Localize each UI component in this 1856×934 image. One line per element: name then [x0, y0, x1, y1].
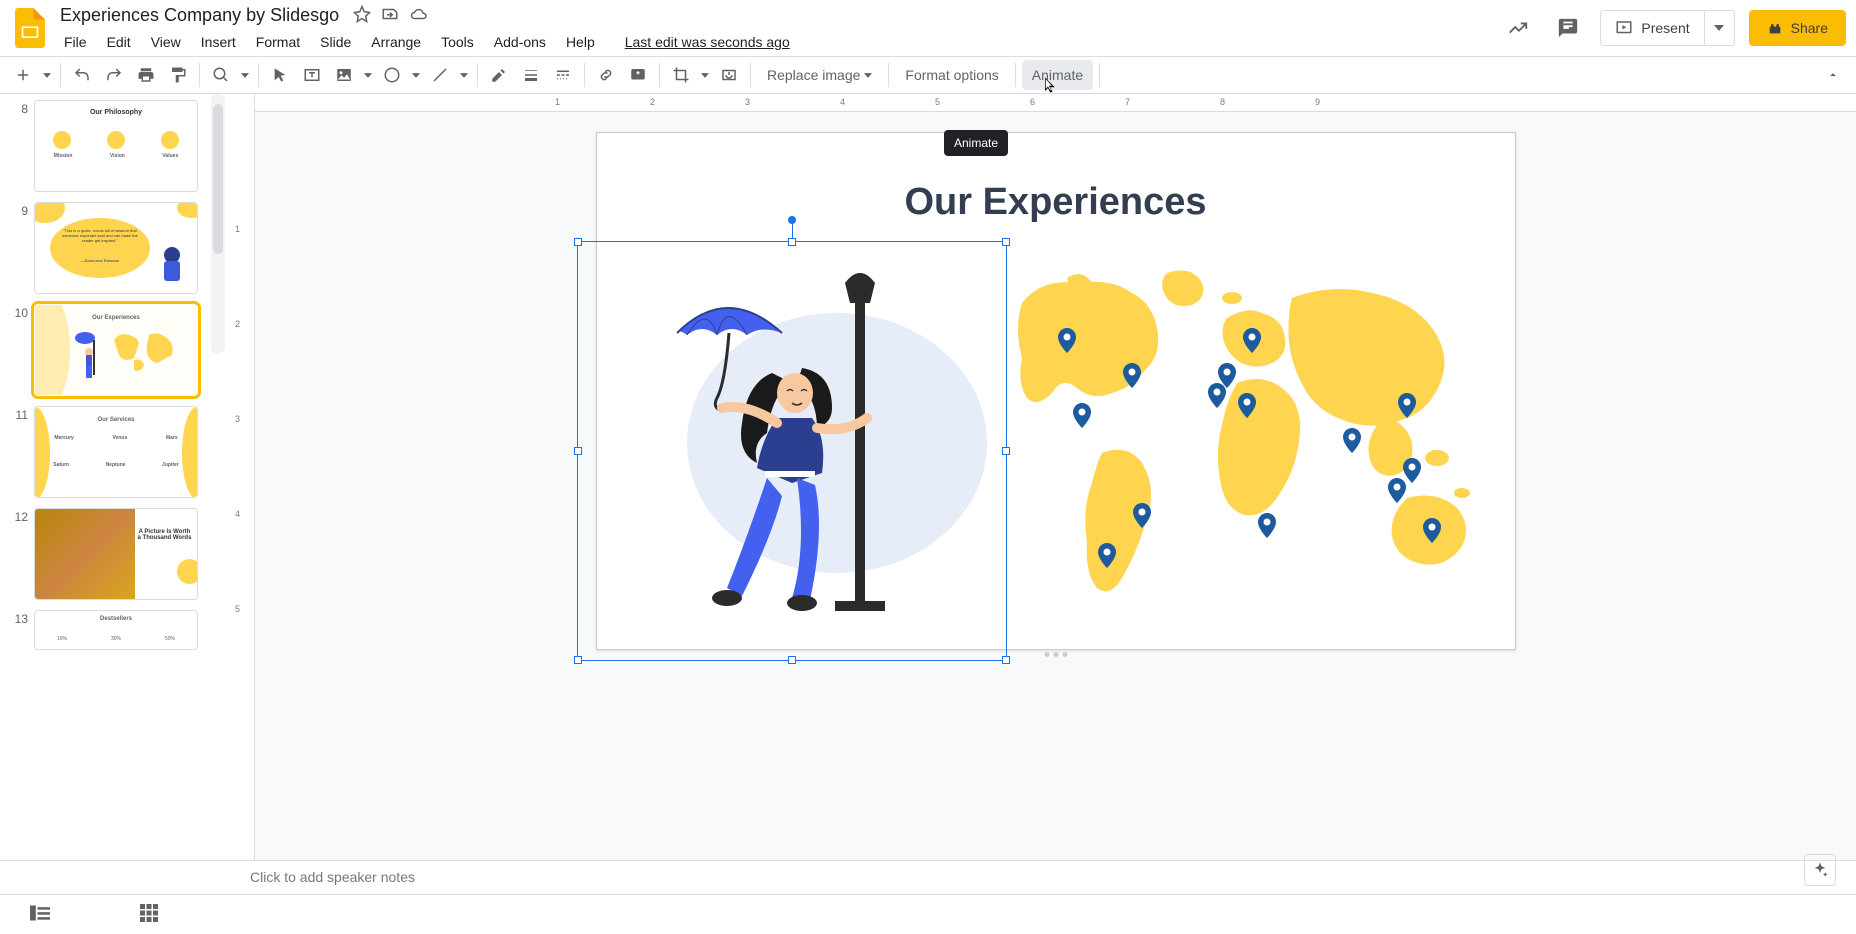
toolbar: Replace image Format options Animate — [0, 56, 1856, 94]
menu-format[interactable]: Format — [248, 30, 308, 54]
slide-thumb-11[interactable]: Our Services Mercury Venus Mars Saturn N… — [34, 406, 198, 498]
paint-format-button[interactable] — [163, 60, 193, 90]
notes-placeholder: Click to add speaker notes — [250, 869, 415, 885]
handle-n[interactable] — [788, 238, 796, 246]
menu-slide[interactable]: Slide — [312, 30, 359, 54]
vertical-ruler: 1 2 3 4 5 — [225, 94, 255, 860]
cloud-icon[interactable] — [409, 5, 429, 26]
present-button[interactable]: Present — [1601, 11, 1703, 45]
format-options-button[interactable]: Format options — [895, 60, 1008, 90]
handle-nw[interactable] — [574, 238, 582, 246]
menu-view[interactable]: View — [143, 30, 189, 54]
star-icon[interactable] — [353, 5, 371, 26]
zoom-button[interactable] — [206, 60, 236, 90]
select-tool[interactable] — [265, 60, 295, 90]
zoom-dropdown[interactable] — [238, 60, 252, 90]
animate-tooltip: Animate — [944, 130, 1008, 156]
slide-canvas[interactable]: Our Experiences — [596, 132, 1516, 650]
slide-num-13: 13 — [10, 610, 28, 650]
doc-title[interactable]: Experiences Company by Slidesgo — [56, 3, 343, 28]
slide-num-11: 11 — [10, 406, 28, 498]
shape-tool[interactable] — [377, 60, 407, 90]
slide-thumb-9[interactable]: "This is a quote, words full of wisdom t… — [34, 202, 198, 294]
footer — [0, 894, 1856, 934]
comments-icon[interactable] — [1550, 10, 1586, 46]
present-label: Present — [1641, 20, 1689, 36]
comment-button[interactable] — [623, 60, 653, 90]
new-slide-dropdown[interactable] — [40, 60, 54, 90]
menubar: File Edit View Insert Format Slide Arran… — [56, 30, 1500, 54]
collapse-toolbar-button[interactable] — [1818, 60, 1848, 90]
reset-image-button[interactable] — [714, 60, 744, 90]
print-button[interactable] — [131, 60, 161, 90]
menu-edit[interactable]: Edit — [99, 30, 139, 54]
slide-num-10: 10 — [10, 304, 28, 396]
world-map[interactable] — [992, 263, 1492, 623]
trend-icon[interactable] — [1500, 10, 1536, 46]
line-dropdown[interactable] — [457, 60, 471, 90]
redo-button[interactable] — [99, 60, 129, 90]
slide-num-8: 8 — [10, 100, 28, 192]
scrollbar-thumb[interactable] — [213, 104, 223, 254]
explore-button[interactable] — [1804, 854, 1836, 886]
rotation-handle[interactable] — [788, 216, 796, 224]
link-button[interactable] — [591, 60, 621, 90]
slide-thumb-12[interactable]: A Picture Is Worth a Thousand Words — [34, 508, 198, 600]
handle-s[interactable] — [788, 656, 796, 664]
menu-addons[interactable]: Add-ons — [486, 30, 554, 54]
share-label: Share — [1791, 20, 1828, 36]
image-dropdown[interactable] — [361, 60, 375, 90]
shape-dropdown[interactable] — [409, 60, 423, 90]
slides-logo[interactable] — [10, 8, 50, 48]
horizontal-ruler: 1 2 3 4 5 6 7 8 9 — [255, 94, 1856, 112]
image-tool[interactable] — [329, 60, 359, 90]
border-dash-button[interactable] — [548, 60, 578, 90]
selection-box[interactable] — [577, 241, 1007, 661]
editor-area: 1 2 3 4 5 1 2 3 4 5 6 7 8 9 Our Experien… — [225, 94, 1856, 860]
crop-button[interactable] — [666, 60, 696, 90]
filmstrip-view-icon[interactable] — [30, 905, 50, 924]
slide-num-12: 12 — [10, 508, 28, 600]
slide-thumb-8[interactable]: Our Philosophy Mission Vision Values — [34, 100, 198, 192]
slide-thumb-13[interactable]: Destsellers 10% 30% 50% — [34, 610, 198, 650]
crop-dropdown[interactable] — [698, 60, 712, 90]
grid-view-icon[interactable] — [140, 904, 158, 925]
replace-image-button[interactable]: Replace image — [757, 60, 882, 90]
present-dropdown[interactable] — [1704, 11, 1734, 45]
handle-se[interactable] — [1002, 656, 1010, 664]
border-color-button[interactable] — [484, 60, 514, 90]
undo-button[interactable] — [67, 60, 97, 90]
textbox-tool[interactable] — [297, 60, 327, 90]
last-edit-link[interactable]: Last edit was seconds ago — [617, 30, 798, 54]
menu-help[interactable]: Help — [558, 30, 603, 54]
handle-sw[interactable] — [574, 656, 582, 664]
menu-arrange[interactable]: Arrange — [363, 30, 429, 54]
scrollbar-track[interactable] — [211, 94, 225, 354]
slide-title[interactable]: Our Experiences — [597, 181, 1515, 224]
menu-insert[interactable]: Insert — [193, 30, 244, 54]
line-tool[interactable] — [425, 60, 455, 90]
handle-ne[interactable] — [1002, 238, 1010, 246]
animate-button[interactable]: Animate — [1022, 60, 1093, 90]
slide-thumb-10[interactable]: Our Experiences — [34, 304, 198, 396]
share-button[interactable]: Share — [1749, 10, 1846, 46]
border-weight-button[interactable] — [516, 60, 546, 90]
move-icon[interactable] — [381, 5, 399, 26]
handle-w[interactable] — [574, 447, 582, 455]
slide-panel[interactable]: 8 Our Philosophy Mission Vision Values 9 — [0, 94, 225, 860]
slide-num-9: 9 — [10, 202, 28, 294]
speaker-notes[interactable]: Click to add speaker notes — [0, 860, 1856, 894]
new-slide-button[interactable] — [8, 60, 38, 90]
menu-tools[interactable]: Tools — [433, 30, 482, 54]
menu-file[interactable]: File — [56, 30, 95, 54]
